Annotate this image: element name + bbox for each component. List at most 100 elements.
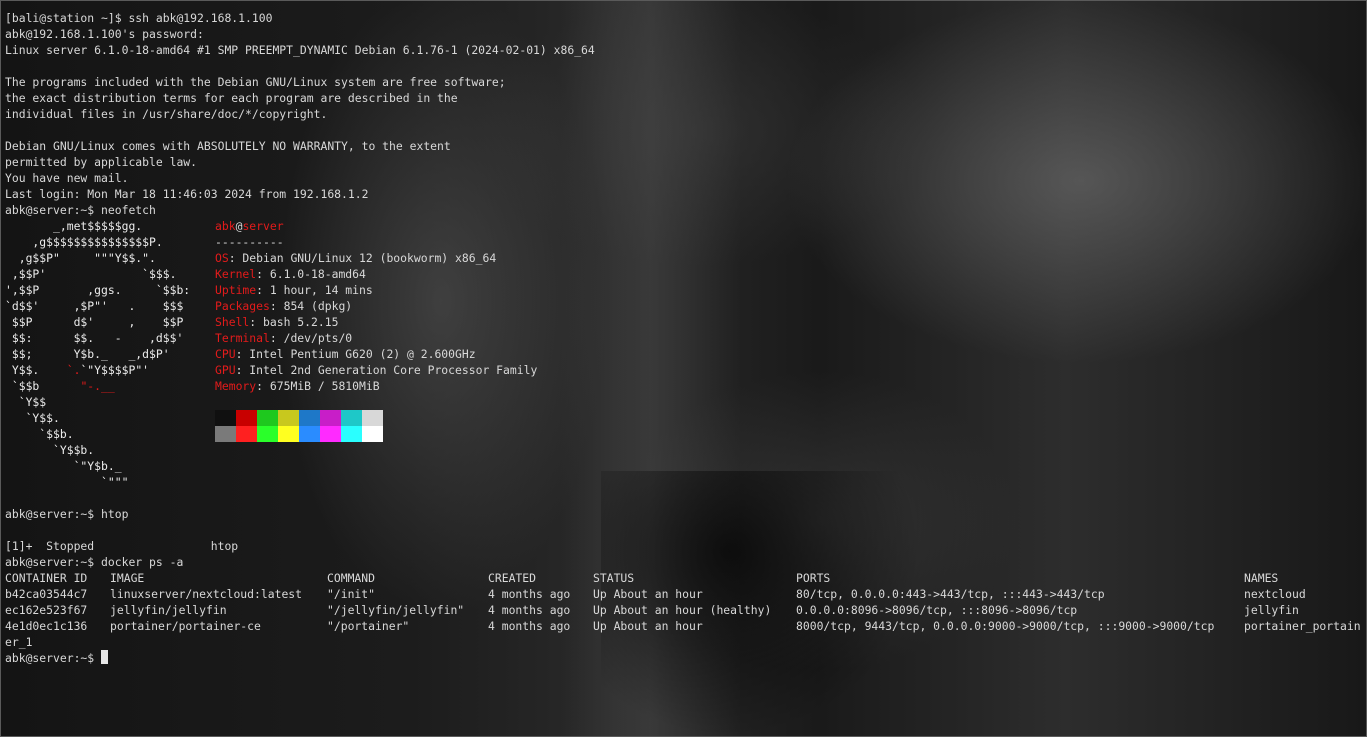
docker-cell: linuxserver/nextcloud:latest <box>110 587 303 601</box>
debian-logo-text: $$; Y$b._ _,d$P' <box>5 347 170 361</box>
neofetch-field-key: Uptime <box>215 283 257 297</box>
terminal-line: er_1 <box>5 634 595 650</box>
neofetch-line: $$; Y$b._ _,d$P' CPU: Intel Pentium G620 … <box>5 346 595 362</box>
terminal-text: The programs included with the Debian GN… <box>5 75 506 89</box>
neofetch-host: server <box>242 219 284 233</box>
docker-cell: jellyfin/jellyfin <box>110 603 227 617</box>
neofetch-field-value: : 1 hour, 14 mins <box>256 283 373 297</box>
docker-cell: 80/tcp, 0.0.0.0:443->443/tcp, :::443->44… <box>796 587 1105 601</box>
terminal-line: the exact distribution terms for each pr… <box>5 90 595 106</box>
docker-cell: Up About an hour <box>593 587 703 601</box>
neofetch-line: `d$$' ,$P"' . $$$ Packages: 854 (dpkg) <box>5 298 595 314</box>
debian-logo-text: `"Y$b._ <box>5 459 122 473</box>
color-swatch <box>236 410 257 426</box>
docker-cell: Up About an hour <box>593 619 703 633</box>
terminal-text: the exact distribution terms for each pr… <box>5 91 458 105</box>
docker-cell: 8000/tcp, 9443/tcp, 0.0.0.0:9000->9000/t… <box>796 619 1215 633</box>
neofetch-line: `$$b "-.__ Memory: 675MiB / 5810MiB <box>5 378 595 394</box>
debian-logo-text: $$: $$. - ,d$$' <box>5 331 184 345</box>
neofetch-field-key: Shell <box>215 315 250 329</box>
terminal-text: [bali@station ~]$ ssh abk@192.168.1.100 <box>5 11 273 25</box>
docker-cell: 0.0.0.0:8096->8096/tcp, :::8096->8096/tc… <box>796 603 1078 617</box>
terminal-text: abk@server:~$ neofetch <box>5 203 156 217</box>
docker-cell: "/portainer" <box>327 619 410 633</box>
terminal-prompt: abk@server:~$ <box>5 651 102 665</box>
terminal-line: permitted by applicable law. <box>5 154 595 170</box>
terminal-line: abk@server:~$ neofetch <box>5 202 595 218</box>
neofetch-line: `""" <box>5 474 595 490</box>
docker-column-header: CONTAINER ID <box>5 571 88 585</box>
terminal-line: abk@server:~$ docker ps -a <box>5 554 595 570</box>
neofetch-line: `$$b. <box>5 426 595 442</box>
neofetch-field: Terminal: /dev/pts/0 <box>215 330 352 346</box>
neofetch-line: $$: $$. - ,d$$' Terminal: /dev/pts/0 <box>5 330 595 346</box>
debian-logo-text: ,g$$$$$$$$$$$$$$$P. <box>5 235 163 249</box>
terminal-text: Last login: Mon Mar 18 11:46:03 2024 fro… <box>5 187 369 201</box>
neofetch-line: ',$$P ,ggs. `$$b: Uptime: 1 hour, 14 mins <box>5 282 595 298</box>
docker-cell: 4 months ago <box>488 619 571 633</box>
docker-cell: "/init" <box>327 587 376 601</box>
neofetch-field-key: GPU <box>215 363 236 377</box>
neofetch-field-key: Kernel <box>215 267 257 281</box>
terminal-line: abk@server:~$ htop <box>5 506 595 522</box>
debian-logo-text: `""" <box>5 475 129 489</box>
docker-table-row: b42ca03544c7 linuxserver/nextcloud:latest… <box>5 586 1306 602</box>
docker-cell-wrap: er_1 <box>5 635 33 649</box>
docker-column-header: CREATED <box>488 571 537 585</box>
neofetch-line: `Y$$. <box>5 410 595 426</box>
neofetch-line: `Y$$b. <box>5 442 595 458</box>
docker-column-header: NAMES <box>1244 571 1279 585</box>
docker-cell: b42ca03544c7 <box>5 587 88 601</box>
debian-logo-text: `Y$$. <box>5 411 60 425</box>
neofetch-separator: ---------- <box>215 235 284 249</box>
neofetch-field: GPU: Intel 2nd Generation Core Processor… <box>215 362 537 378</box>
terminal-window[interactable]: [bali@station ~]$ ssh abk@192.168.1.100 a… <box>0 0 1367 737</box>
debian-logo-text: Y$$. <box>5 363 67 377</box>
color-swatch <box>362 426 383 442</box>
terminal-text: Linux server 6.1.0-18-amd64 #1 SMP PREEM… <box>5 43 595 57</box>
debian-logo-text: ,g$$P" """Y$$.". <box>5 251 156 265</box>
color-swatch <box>215 426 236 442</box>
docker-column-header: IMAGE <box>110 571 145 585</box>
color-swatch <box>257 410 278 426</box>
debian-logo-text: "-.__ <box>80 379 115 393</box>
terminal-text: abk@server:~$ htop <box>5 507 129 521</box>
terminal-line: Debian GNU/Linux comes with ABSOLUTELY N… <box>5 138 595 154</box>
color-swatch <box>341 426 362 442</box>
neofetch-field-value: : 854 (dpkg) <box>269 299 353 313</box>
color-swatch <box>341 410 362 426</box>
docker-table-header: CONTAINER ID IMAGE COMMAND CREATED STATUS POR… <box>5 570 1278 586</box>
debian-logo-text: `"Y$$$$P"' <box>80 363 150 377</box>
neofetch-field-value: : bash 5.2.15 <box>249 315 339 329</box>
terminal-line: [1]+ Stopped htop <box>5 538 595 554</box>
neofetch-field-key: Terminal <box>215 331 270 345</box>
neofetch-line: ,$$P' `$$$. Kernel: 6.1.0-18-amd64 <box>5 266 595 282</box>
color-swatch <box>299 410 320 426</box>
neofetch-field-key: OS <box>215 251 229 265</box>
terminal-line: Linux server 6.1.0-18-amd64 #1 SMP PREEM… <box>5 42 595 58</box>
docker-cell: Up About an hour (healthy) <box>593 603 772 617</box>
docker-cell: ec162e523f67 <box>5 603 88 617</box>
neofetch-field-value: : Intel 2nd Generation Core Processor Fa… <box>235 363 538 377</box>
terminal-text: You have new mail. <box>5 171 129 185</box>
terminal-line: individual files in /usr/share/doc/*/cop… <box>5 106 595 122</box>
docker-cell: jellyfin <box>1244 603 1299 617</box>
neofetch-field-value: : 6.1.0-18-amd64 <box>256 267 366 281</box>
terminal-cursor[interactable] <box>101 650 109 664</box>
color-swatch <box>320 426 341 442</box>
neofetch-line: Y$$. `.`"Y$$$$P"' GPU: Intel 2nd Generati… <box>5 362 595 378</box>
docker-cell: 4 months ago <box>488 603 571 617</box>
neofetch-user: abk <box>215 219 236 233</box>
debian-logo-text: `Y$$b. <box>5 443 95 457</box>
neofetch-field-key: CPU <box>215 347 236 361</box>
terminal-prompt-line: abk@server:~$ <box>5 650 595 666</box>
debian-logo-text: `$$b. <box>5 427 74 441</box>
color-swatch <box>320 410 341 426</box>
neofetch-field-value: : /dev/pts/0 <box>269 331 353 345</box>
neofetch-field-value: : Intel Pentium G620 (2) @ 2.600GHz <box>235 347 476 361</box>
terminal-text: abk@192.168.1.100's password: <box>5 27 204 41</box>
color-swatch <box>236 426 257 442</box>
neofetch-field: Memory: 675MiB / 5810MiB <box>215 378 380 394</box>
